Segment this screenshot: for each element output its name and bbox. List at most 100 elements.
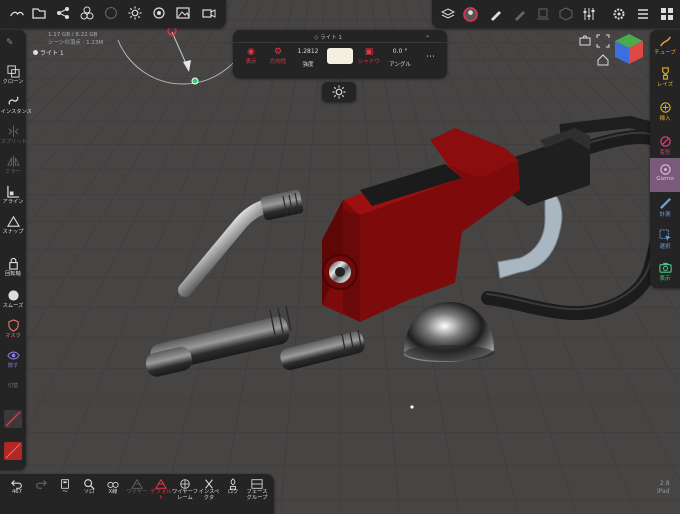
wireframe-label: ワイヤーフレーム (172, 489, 199, 501)
redo-icon (28, 477, 54, 490)
menu-icon[interactable] (635, 6, 651, 22)
lock-label: ロク (227, 489, 239, 495)
mask-button[interactable]: マスク (0, 318, 26, 339)
cube-icon[interactable] (558, 6, 574, 22)
camera-ortho-icon[interactable] (578, 34, 592, 48)
pivot-button[interactable]: 回転軸 (0, 256, 26, 277)
insert-tool[interactable]: 挿入 (650, 100, 680, 122)
light-sun-button[interactable] (322, 82, 356, 102)
stamp-icon[interactable] (535, 6, 551, 22)
select-tool[interactable]: 選択 (650, 228, 680, 250)
split-button[interactable]: スプリット (0, 124, 27, 145)
smooth-label: スムーズ (2, 303, 24, 309)
shadow-toggle[interactable]: ▣ シャドウ (357, 47, 381, 65)
postprocess-icon[interactable] (151, 5, 167, 21)
intensity-label: 強度 (302, 62, 314, 68)
share-icon[interactable] (55, 5, 71, 21)
align-button[interactable]: アライン (0, 184, 26, 205)
orientation-cube[interactable] (612, 32, 646, 66)
instance-button[interactable]: インスタンス (0, 94, 32, 115)
default-button[interactable]: デフォルト (148, 477, 174, 501)
angle-slider[interactable]: 0.0 ° アングル (385, 47, 415, 68)
camera-tool[interactable]: 表示 (650, 260, 680, 282)
wireframe-button[interactable]: ワイヤーフレーム (172, 477, 198, 501)
sliders-icon[interactable] (581, 6, 597, 22)
hide-label: 隠す (7, 363, 19, 369)
lock-button[interactable]: ロク (220, 477, 246, 496)
direction-icon: ⚙ (273, 47, 283, 57)
bottom-toolbar: 467 〜 ソロ X線 ワイヤー デフォルト ワイヤーフレーム インスペクタ ロ… (0, 474, 274, 514)
video-icon[interactable] (201, 5, 217, 21)
facegroup-button[interactable]: フェースグループ (244, 477, 270, 501)
grid-icon[interactable] (659, 6, 675, 22)
hide-icon (0, 348, 26, 362)
intensity-slider[interactable]: 1.2812 強度 (293, 47, 323, 68)
show-toggle[interactable]: ◉ 表示 (239, 47, 263, 65)
direction-label: 方向性 (269, 59, 287, 65)
image-icon[interactable] (175, 5, 191, 21)
solo-button[interactable]: ソロ (76, 477, 102, 496)
left-top-icon[interactable]: ✎ (6, 38, 14, 48)
version-label: 2.8 (660, 480, 670, 487)
tube-label: チューブ (654, 50, 676, 56)
wire-button[interactable]: ワイヤー (124, 477, 150, 496)
brush-stroke-icon[interactable] (461, 5, 479, 23)
measure-icon (650, 196, 680, 210)
layers-icon[interactable] (440, 6, 456, 22)
light-color-swatch[interactable] (327, 48, 353, 64)
shadow-icon: ▣ (364, 47, 374, 57)
spheres-icon[interactable] (79, 5, 95, 21)
gizmo-icon (650, 162, 680, 176)
undo-count: 467 (11, 489, 23, 495)
transform-tool[interactable]: 変形 (650, 134, 680, 156)
settings-icon[interactable] (611, 6, 627, 22)
redo-button[interactable] (28, 477, 54, 490)
more-icon[interactable]: ⋯ (426, 52, 435, 62)
smooth-icon (0, 288, 26, 302)
vertex-count: シーンの頂点 : 1.23M (48, 40, 104, 46)
measure-tool[interactable]: 計測 (650, 196, 680, 218)
gizmo-label: Gizmo (656, 176, 674, 182)
transform-icon (650, 134, 680, 148)
sun-icon[interactable] (127, 5, 143, 21)
toggle-button[interactable]: 切替 (0, 382, 26, 389)
direction-toggle[interactable]: ⚙ 方向性 (265, 47, 291, 65)
angle-label: アングル (389, 62, 411, 68)
material-icon[interactable] (103, 5, 119, 21)
frame-icon[interactable] (596, 34, 610, 48)
snap-button[interactable]: スナップ (0, 214, 26, 235)
shadow-label: シャドウ (357, 59, 380, 65)
smooth-button[interactable]: スムーズ (0, 288, 26, 309)
hide-button[interactable]: 隠す (0, 348, 26, 369)
clone-icon (0, 64, 26, 78)
left-toolbar: ✎ クローン インスタンス スプリット ミラー アライン スナップ 回転軸 スム… (0, 30, 32, 470)
popup-dropdown-icon[interactable]: ⌄ (425, 32, 430, 39)
tube-tool[interactable]: チューブ (650, 34, 680, 56)
color-swatch[interactable] (4, 442, 22, 460)
layers-button[interactable]: 〜 (52, 477, 78, 496)
raise-tool[interactable]: レイズ (650, 66, 680, 88)
select-label: 選択 (659, 244, 671, 250)
top-right-toolbar (432, 0, 680, 28)
paint-brush-icon[interactable] (488, 6, 504, 22)
solo-label: ソロ (83, 489, 95, 495)
instance-icon (0, 94, 26, 108)
stroke-swatch[interactable] (4, 410, 22, 428)
clone-button[interactable]: クローン (0, 64, 26, 85)
light-popup: ◇ ライト 1 ⌄ ◉ 表示 ⚙ 方向性 1.2812 強度 ▣ シャドウ 0.… (233, 30, 447, 78)
pen-icon[interactable] (512, 6, 528, 22)
xray-button[interactable]: X線 (100, 477, 126, 496)
intensity-value: 1.2812 (297, 48, 319, 55)
top-left-toolbar (0, 0, 226, 28)
undo-button[interactable]: 467 (4, 477, 30, 496)
folder-icon[interactable] (31, 5, 47, 21)
inspector-button[interactable]: インスペクタ (196, 477, 222, 501)
mirror-button[interactable]: ミラー (0, 154, 26, 175)
popup-divider (233, 42, 447, 43)
light-bulb-icon (33, 50, 38, 55)
home-icon[interactable] (596, 53, 610, 67)
pivot-icon (0, 256, 26, 270)
logo-icon[interactable] (6, 6, 28, 22)
right-toolbar: チューブ レイズ 挿入 変形 Gizmo 計測 選択 表示 (650, 30, 680, 288)
gizmo-tool[interactable]: Gizmo (650, 158, 680, 192)
